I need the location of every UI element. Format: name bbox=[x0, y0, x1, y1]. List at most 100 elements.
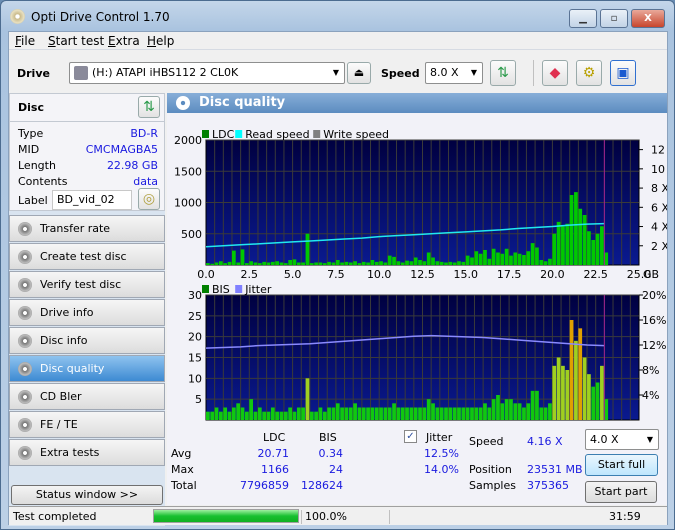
bis-bar bbox=[270, 407, 275, 420]
x-tick-label: 12.5 bbox=[410, 268, 435, 281]
label-disc-button[interactable]: ◎ bbox=[138, 188, 160, 210]
bis-bar bbox=[366, 407, 370, 420]
nav-fe-te[interactable]: FE / TE bbox=[9, 411, 165, 438]
drive-label: Drive bbox=[17, 67, 50, 80]
x-tick-label: 2.5 bbox=[241, 268, 258, 281]
bis-bar bbox=[574, 340, 578, 420]
refresh-icon: ⇅ bbox=[143, 99, 155, 115]
title-bar: Opti Drive Control 1.70 ▁ ▫ X bbox=[1, 1, 674, 31]
bis-bar bbox=[344, 407, 349, 420]
start-part-button[interactable]: Start part bbox=[585, 481, 657, 503]
legend-swatch bbox=[202, 285, 209, 293]
status-window-button[interactable]: Status window >> bbox=[11, 485, 163, 505]
y-tick-label: 500 bbox=[181, 228, 202, 241]
bis-bar bbox=[223, 407, 228, 420]
nav-disc-quality[interactable]: Disc quality bbox=[9, 355, 165, 382]
bis-bar bbox=[552, 365, 557, 420]
test-speed-value: 4.0 X bbox=[590, 433, 619, 446]
ldc-bar bbox=[206, 263, 210, 265]
drive-select[interactable]: (H:) ATAPI iHBS112 2 CL0K ▼ bbox=[69, 62, 345, 84]
stat-row-label: Total bbox=[171, 479, 197, 492]
nav-label: FE / TE bbox=[40, 418, 78, 431]
ldc-bar bbox=[392, 256, 396, 265]
bis-bar bbox=[214, 407, 219, 420]
jitter-checkbox[interactable]: ✓ bbox=[404, 430, 417, 443]
legend-label: Read speed bbox=[245, 128, 309, 141]
ldc-bar bbox=[574, 192, 578, 265]
ldc-bar bbox=[405, 260, 409, 265]
ldc-bar bbox=[318, 262, 323, 265]
x-tick-label: 22.5 bbox=[583, 268, 608, 281]
ldc-bar bbox=[448, 261, 453, 265]
ldc-bar bbox=[600, 226, 604, 265]
settings-button[interactable]: ⚙ bbox=[576, 60, 602, 86]
erase-button[interactable]: ◆ bbox=[542, 60, 568, 86]
y-tick-label: 20 bbox=[188, 331, 202, 344]
menu-help[interactable]: Help bbox=[147, 34, 174, 48]
y2-tick-label: 6 X bbox=[651, 201, 667, 214]
ldc-bar bbox=[561, 226, 565, 265]
nav-verify-test-disc[interactable]: Verify test disc bbox=[9, 271, 165, 298]
bis-bar bbox=[517, 403, 522, 420]
disc-refresh-button[interactable]: ⇅ bbox=[138, 96, 160, 118]
ldc-bar bbox=[491, 248, 496, 265]
minimize-button[interactable]: ▁ bbox=[569, 9, 597, 28]
speed-value: 4.16 X bbox=[527, 435, 563, 448]
bis-bar bbox=[543, 407, 548, 420]
refresh-icon: ⇅ bbox=[497, 65, 509, 81]
ldc-bar bbox=[478, 253, 483, 265]
divider bbox=[10, 121, 164, 122]
nav-transfer-rate[interactable]: Transfer rate bbox=[9, 215, 165, 242]
bis-bar bbox=[465, 407, 470, 420]
menu-start-test[interactable]: Start test bbox=[48, 34, 104, 48]
disc-icon bbox=[18, 334, 32, 348]
refresh-button[interactable]: ⇅ bbox=[490, 60, 516, 86]
ldc-bar bbox=[435, 261, 440, 265]
speed-label: Speed bbox=[381, 67, 420, 80]
menu-extra[interactable]: Extra bbox=[108, 34, 140, 48]
ldc-bar bbox=[552, 233, 557, 265]
bis-bar bbox=[275, 411, 280, 420]
ldc-bar bbox=[591, 240, 596, 265]
bis-bar bbox=[374, 407, 379, 420]
speed-select[interactable]: 8.0 X ▼ bbox=[425, 62, 483, 84]
label-field[interactable]: BD_vid_02 bbox=[52, 190, 132, 210]
bis-bar bbox=[457, 407, 461, 420]
legend-label: BIS bbox=[212, 283, 230, 296]
ldc-bar bbox=[457, 261, 461, 265]
close-button[interactable]: X bbox=[631, 9, 665, 28]
ldc-bar bbox=[236, 262, 241, 265]
nav-disc-info[interactable]: Disc info bbox=[9, 327, 165, 354]
bis-bar bbox=[405, 407, 409, 420]
save-button[interactable]: ▣ bbox=[610, 60, 636, 86]
nav-create-test-disc[interactable]: Create test disc bbox=[9, 243, 165, 270]
maximize-button[interactable]: ▫ bbox=[600, 9, 628, 28]
disc-quality-panel: Disc quality 500 1000 1500 2000 2 X 4 X 6 X 8 X… bbox=[167, 93, 667, 505]
test-speed-select[interactable]: 4.0 X ▼ bbox=[585, 429, 659, 450]
disc-panel: Disc ⇅ Type BD-R MID CMCMAGBA5 Length 22… bbox=[9, 93, 165, 211]
nav-drive-info[interactable]: Drive info bbox=[9, 299, 165, 326]
ldc-bar bbox=[587, 231, 591, 265]
ldc-bar bbox=[426, 252, 431, 265]
nav-extra-tests[interactable]: Extra tests bbox=[9, 439, 165, 466]
menu-file[interactable]: File bbox=[15, 34, 35, 48]
bis-bar bbox=[314, 411, 318, 420]
ldc-bar bbox=[452, 262, 457, 265]
ldc-bar bbox=[344, 261, 349, 265]
nav-label: Verify test disc bbox=[40, 278, 122, 291]
nav-cd-bler[interactable]: CD Bler bbox=[9, 383, 165, 410]
start-full-button[interactable]: Start full bbox=[585, 454, 658, 476]
legend-swatch bbox=[235, 130, 243, 138]
bis-bar bbox=[478, 407, 483, 420]
bis-bar bbox=[452, 407, 457, 420]
ldc-bar bbox=[314, 262, 318, 265]
y-tick-label: 5 bbox=[195, 393, 202, 406]
bis-bar bbox=[587, 374, 591, 420]
bis-bar bbox=[392, 403, 396, 420]
mid-label: MID bbox=[18, 143, 40, 156]
bis-bar bbox=[379, 407, 383, 420]
y-tick-label: 10 bbox=[188, 372, 202, 385]
bis-bar bbox=[504, 399, 509, 420]
eject-button[interactable]: ⏏ bbox=[347, 62, 371, 84]
ldc-bar bbox=[413, 257, 418, 265]
